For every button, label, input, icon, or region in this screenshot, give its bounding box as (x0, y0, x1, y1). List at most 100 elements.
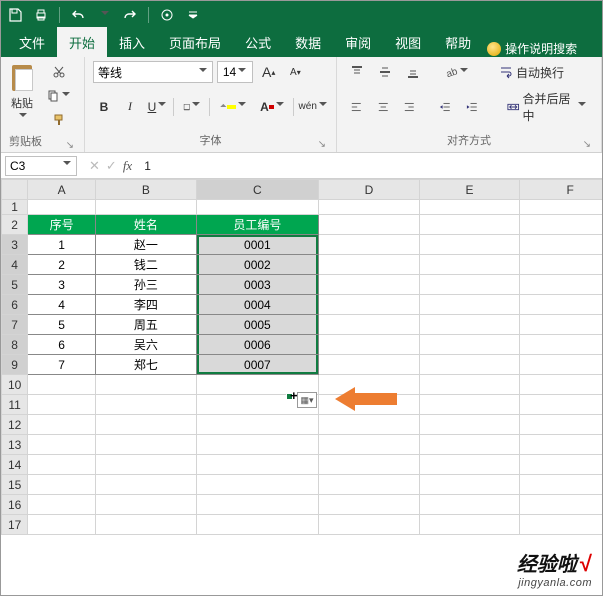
col-header-D[interactable]: D (319, 180, 420, 200)
cell[interactable]: 3 (28, 275, 96, 295)
tab-help[interactable]: 帮助 (433, 27, 483, 57)
cell[interactable] (419, 295, 520, 315)
cell[interactable] (419, 255, 520, 275)
cell[interactable] (520, 415, 602, 435)
cell[interactable] (196, 515, 318, 535)
tab-insert[interactable]: 插入 (107, 27, 157, 57)
row-header-6[interactable]: 6 (2, 295, 28, 315)
cell[interactable]: 姓名 (96, 215, 197, 235)
cell[interactable] (520, 495, 602, 515)
align-right-button[interactable] (398, 96, 421, 118)
row-header-11[interactable]: 11 (2, 395, 28, 415)
autofill-options-button[interactable]: ▦▾ (297, 392, 317, 408)
row-header-3[interactable]: 3 (2, 235, 28, 255)
row-header-16[interactable]: 16 (2, 495, 28, 515)
paste-button[interactable]: 粘贴 (9, 61, 35, 122)
merge-center-button[interactable]: 合并后居中 (500, 96, 593, 118)
cell[interactable] (196, 475, 318, 495)
row-header-9[interactable]: 9 (2, 355, 28, 375)
border-button[interactable] (178, 96, 206, 118)
cell[interactable]: 0007 (196, 355, 318, 375)
cell[interactable] (419, 375, 520, 395)
cell[interactable] (520, 355, 602, 375)
tab-data[interactable]: 数据 (283, 27, 333, 57)
cell[interactable]: 0003 (196, 275, 318, 295)
cell[interactable] (520, 375, 602, 395)
cell[interactable] (196, 415, 318, 435)
cell[interactable]: 序号 (28, 215, 96, 235)
cell[interactable] (28, 495, 96, 515)
cell[interactable] (319, 235, 420, 255)
undo-dropdown-icon[interactable] (96, 7, 112, 23)
shrink-font-button[interactable]: A▾ (284, 61, 306, 83)
cell[interactable] (520, 235, 602, 255)
font-color-button[interactable]: A (255, 96, 289, 118)
print-icon[interactable] (33, 7, 49, 23)
cell[interactable]: 钱二 (96, 255, 197, 275)
cell[interactable] (419, 475, 520, 495)
cell[interactable] (28, 395, 96, 415)
cell[interactable] (419, 315, 520, 335)
cell[interactable] (96, 415, 197, 435)
cell[interactable] (319, 355, 420, 375)
touch-mode-icon[interactable] (159, 7, 175, 23)
cell[interactable]: 6 (28, 335, 96, 355)
cell[interactable] (419, 435, 520, 455)
cell[interactable] (419, 395, 520, 415)
clipboard-launcher-icon[interactable]: ↘ (64, 140, 76, 151)
row-header-7[interactable]: 7 (2, 315, 28, 335)
grow-font-button[interactable]: A▴ (257, 61, 280, 83)
cell[interactable] (419, 415, 520, 435)
cell[interactable]: 1 (28, 235, 96, 255)
italic-button[interactable]: I (119, 96, 141, 118)
cell[interactable] (419, 215, 520, 235)
cell[interactable] (319, 435, 420, 455)
font-size-select[interactable]: 14 (217, 61, 253, 83)
cell[interactable] (96, 395, 197, 415)
decrease-indent-button[interactable] (434, 96, 457, 118)
wrap-text-button[interactable]: 自动换行 (492, 61, 571, 83)
row-header-10[interactable]: 10 (2, 375, 28, 395)
cell[interactable] (96, 375, 197, 395)
align-middle-button[interactable] (373, 61, 397, 83)
cell[interactable] (319, 295, 420, 315)
cell[interactable]: 0006 (196, 335, 318, 355)
font-name-select[interactable]: 等线 (93, 61, 213, 83)
cell[interactable]: 员工编号 (196, 215, 318, 235)
col-header-B[interactable]: B (96, 180, 197, 200)
cell[interactable]: 4 (28, 295, 96, 315)
cell[interactable] (419, 335, 520, 355)
cell[interactable] (520, 215, 602, 235)
cut-button[interactable] (41, 61, 76, 83)
cell[interactable] (419, 495, 520, 515)
col-header-C[interactable]: C (196, 180, 318, 200)
cell[interactable] (96, 455, 197, 475)
cell[interactable] (196, 455, 318, 475)
cell[interactable] (520, 200, 602, 215)
cell[interactable]: 0005 (196, 315, 318, 335)
cell[interactable] (319, 475, 420, 495)
formula-input[interactable]: 1 (138, 159, 602, 173)
cell[interactable] (196, 435, 318, 455)
cell[interactable] (28, 515, 96, 535)
cell[interactable] (28, 200, 96, 215)
align-bottom-button[interactable] (401, 61, 425, 83)
underline-button[interactable]: U (145, 96, 169, 118)
cell[interactable] (520, 255, 602, 275)
cell[interactable] (520, 455, 602, 475)
cell[interactable] (319, 455, 420, 475)
cell[interactable] (96, 435, 197, 455)
cell[interactable] (419, 200, 520, 215)
tell-me[interactable]: 操作说明搜索 (487, 40, 577, 57)
cell[interactable] (520, 335, 602, 355)
cell[interactable]: 2 (28, 255, 96, 275)
align-center-button[interactable] (372, 96, 395, 118)
cell[interactable] (419, 455, 520, 475)
cell[interactable] (28, 415, 96, 435)
tab-formulas[interactable]: 公式 (233, 27, 283, 57)
tab-page-layout[interactable]: 页面布局 (157, 27, 233, 57)
cell[interactable] (419, 515, 520, 535)
cell[interactable] (520, 475, 602, 495)
cell[interactable] (520, 295, 602, 315)
row-header-14[interactable]: 14 (2, 455, 28, 475)
